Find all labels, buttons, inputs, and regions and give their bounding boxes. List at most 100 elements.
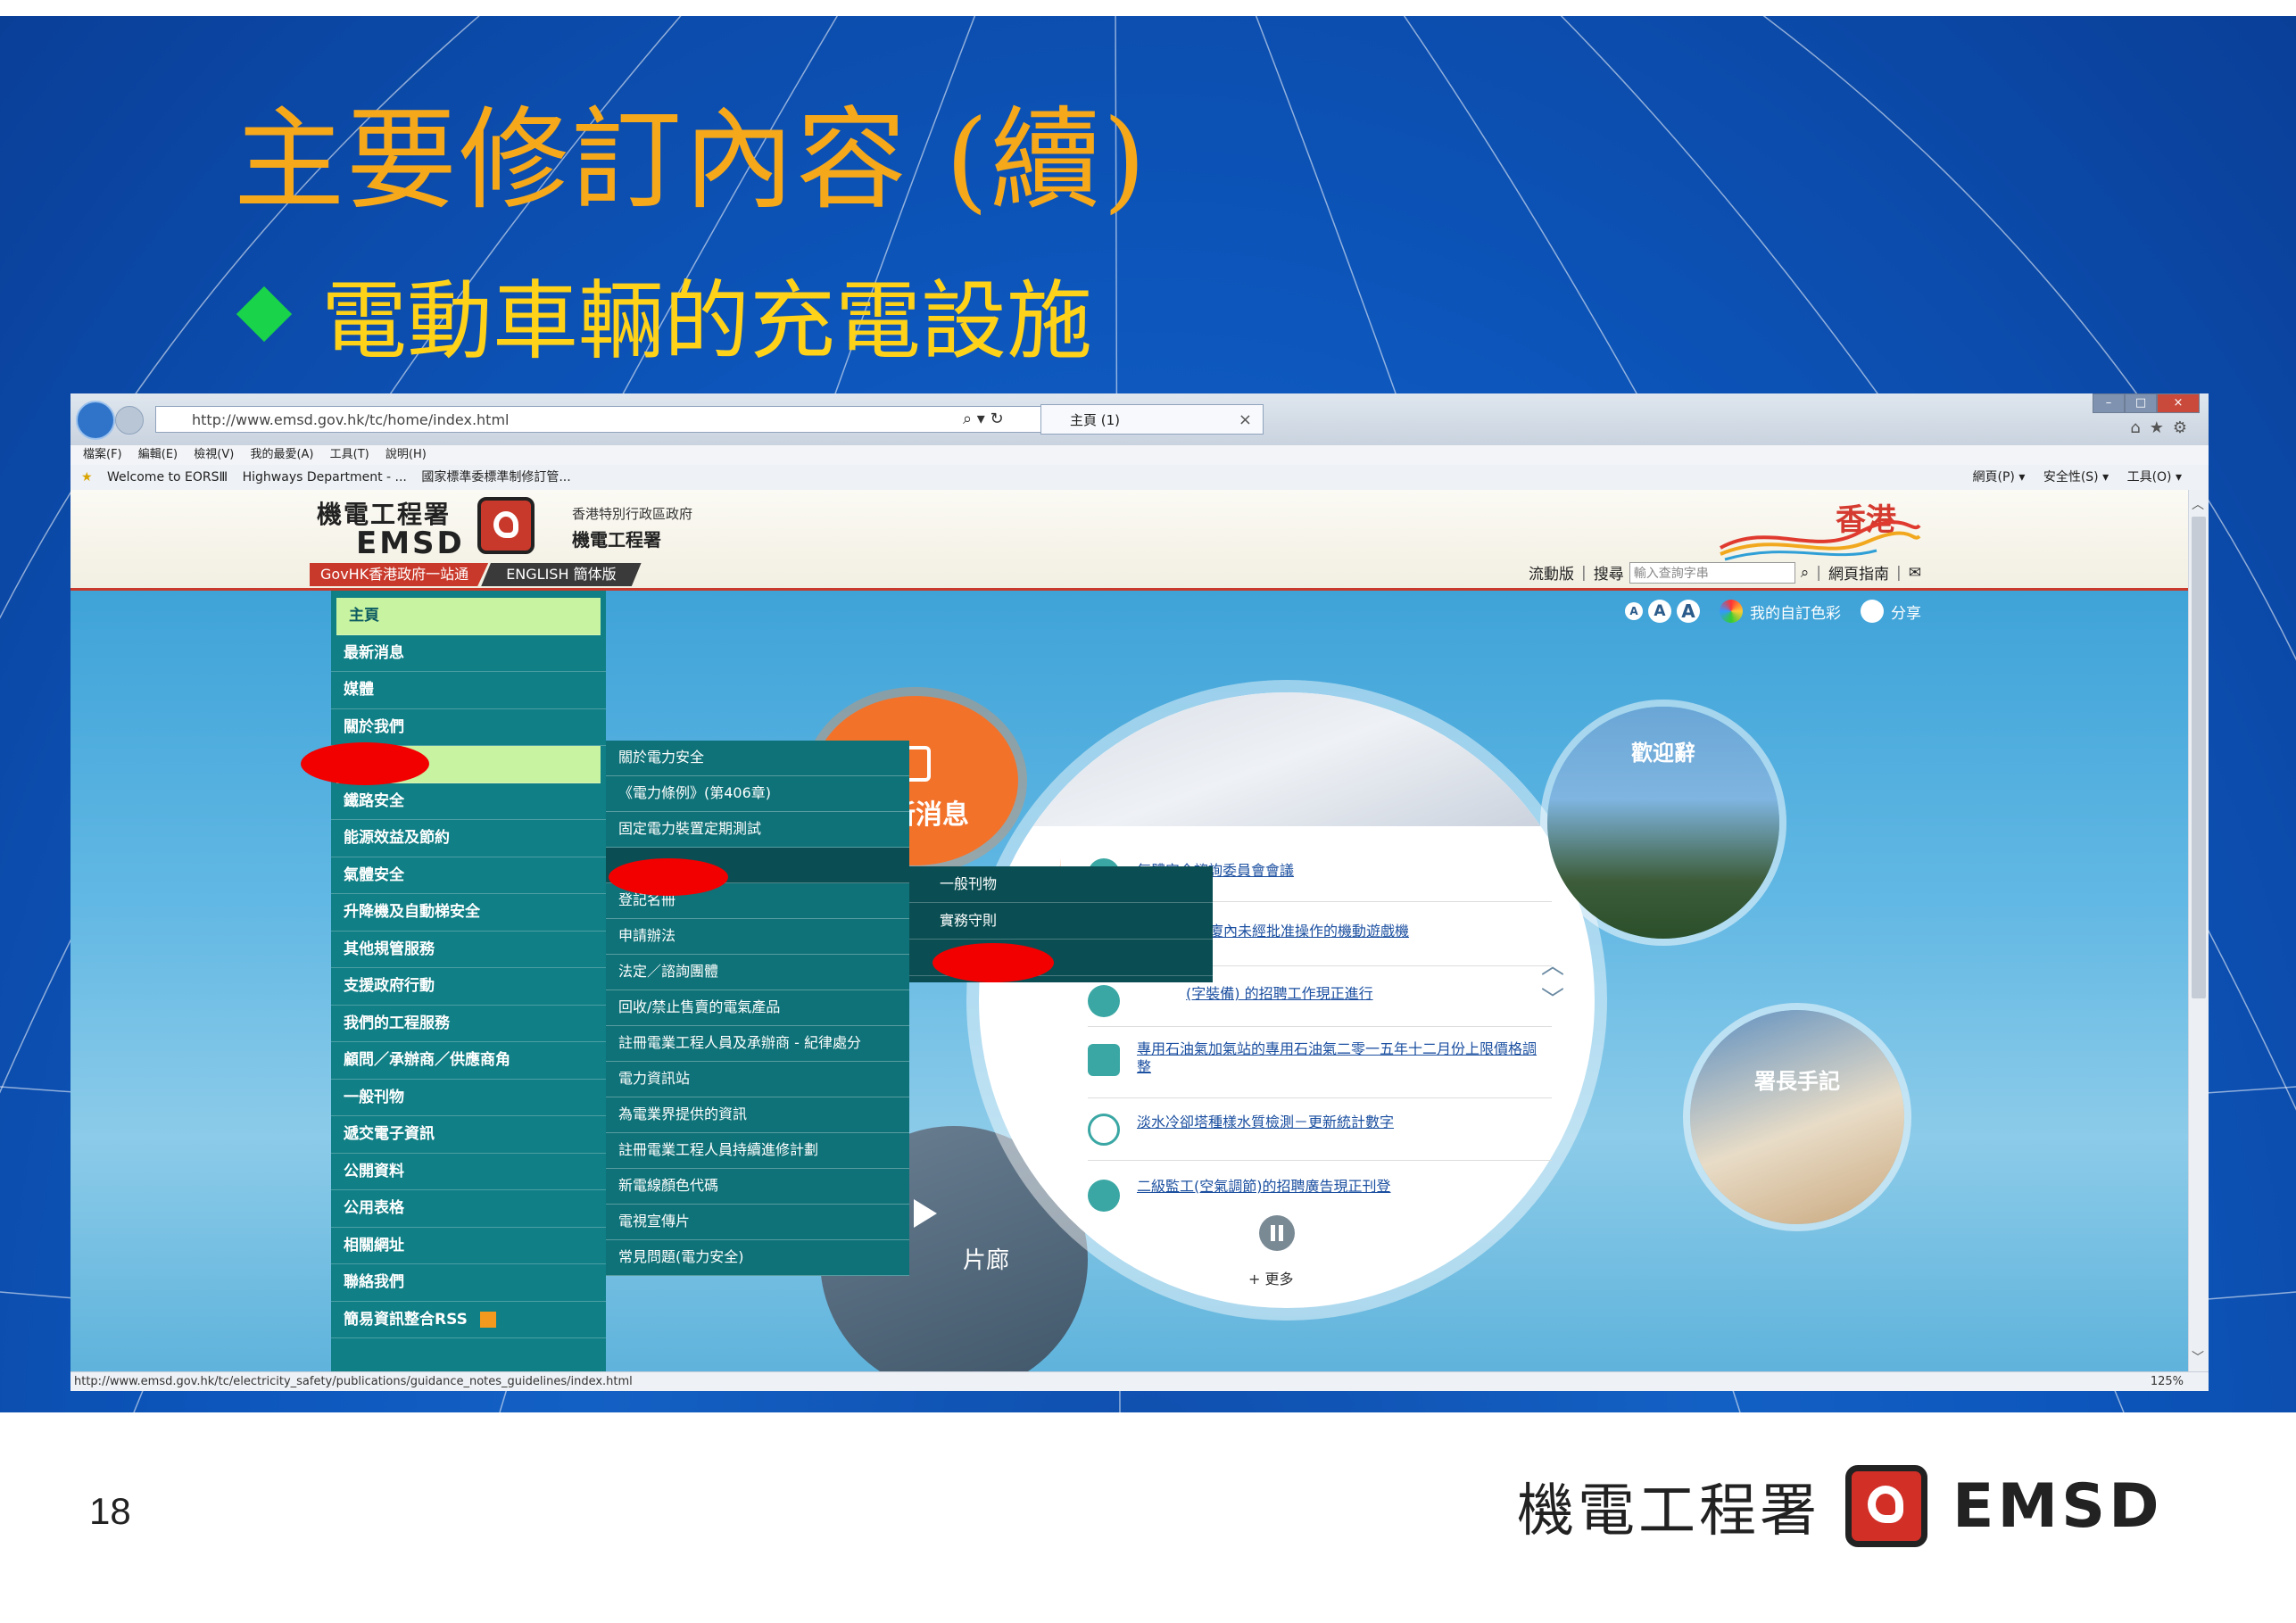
sidebar-item[interactable]: 關於我們 <box>331 709 606 746</box>
menu-edit[interactable]: 編輯(E) <box>138 448 178 461</box>
zoom-level[interactable]: 125% <box>2151 1372 2184 1391</box>
submenu-item[interactable]: 註冊電業工程人員及承辦商 - 紀律處分 <box>606 1026 909 1062</box>
tab-title: 主頁 (1) <box>1070 412 1121 428</box>
worker-icon <box>1088 1180 1120 1212</box>
status-url: http://www.emsd.gov.hk/tc/electricity_sa… <box>74 1375 633 1388</box>
submenu-item[interactable]: 《電力條例》(第406章) <box>606 776 909 812</box>
cmd-tools[interactable]: 工具(O) ▾ <box>2127 470 2182 484</box>
sidebar-item[interactable]: 一般刊物 <box>331 1080 606 1116</box>
sidebar-item[interactable]: 鐵路安全 <box>331 783 606 820</box>
sidebar-item[interactable]: 主頁 <box>336 598 601 635</box>
scroll-up-icon[interactable]: ︿ <box>2192 495 2204 513</box>
submenu-item[interactable]: 法定／諮詢團體 <box>606 955 909 990</box>
font-large-button[interactable]: A <box>1677 600 1700 623</box>
submenu-item[interactable]: 固定電力裝置定期測試 <box>606 812 909 848</box>
maximize-icon[interactable]: □ <box>2125 393 2157 413</box>
sidebar-item[interactable]: 我們的工程服務 <box>331 1006 606 1042</box>
news-item[interactable]: 專用石油氣加氣站的專用石油氣二零一五年十二月份上限價格調整 <box>1088 1028 1552 1098</box>
submenu-electricity: 關於電力安全 《電力條例》(第406章) 固定電力裝置定期測試 登記名冊 申請辦… <box>606 741 909 1276</box>
minimize-icon[interactable]: – <box>2093 393 2125 413</box>
site-logo-en[interactable]: EMSD <box>356 526 465 561</box>
sidebar-item-rss[interactable]: 簡易資訊整合RSS <box>331 1302 606 1338</box>
sidebar-item[interactable]: 升降機及自動梯安全 <box>331 894 606 932</box>
chevron-up-icon[interactable]: ︿ <box>1541 948 1564 981</box>
share-icon[interactable] <box>1861 600 1884 623</box>
sidebar-item[interactable]: 顧問／承辦商／供應商角 <box>331 1042 606 1080</box>
submenu-item[interactable]: 電力資訊站 <box>606 1062 909 1097</box>
menu-file[interactable]: 檔案(F) <box>83 448 122 461</box>
emsd-footer-logo-icon <box>1845 1465 1927 1547</box>
search-input[interactable]: 輸入查詢字串 <box>1629 561 1795 584</box>
gas-cylinder-icon <box>1088 1044 1120 1076</box>
emsd-logo-icon[interactable] <box>477 497 535 554</box>
menu-view[interactable]: 檢視(V) <box>194 448 234 461</box>
menu-bar: 檔案(F) 編輯(E) 檢視(V) 我的最愛(A) 工具(T) 說明(H) <box>70 445 2209 465</box>
pause-icon[interactable] <box>1259 1215 1295 1251</box>
menu-help[interactable]: 說明(H) <box>385 448 427 461</box>
sidebar-item[interactable]: 聯絡我們 <box>331 1264 606 1302</box>
cmd-page[interactable]: 網頁(P) ▾ <box>1973 470 2026 484</box>
news-item[interactable]: 二級監工(空氣調節)的招聘廣告現正刊登 <box>1088 1162 1552 1215</box>
submenu2-item[interactable]: 實務守則 <box>909 903 1213 940</box>
mail-icon[interactable]: ✉ <box>1909 564 1921 582</box>
share-link[interactable]: 分享 <box>1891 600 1921 623</box>
back-button-icon[interactable] <box>76 401 115 440</box>
submenu-item[interactable]: 註冊電業工程人員持續進修計劃 <box>606 1133 909 1169</box>
sidebar-item[interactable]: 其他規管服務 <box>331 932 606 968</box>
sitemap-link[interactable]: 網頁指南 <box>1828 561 1889 584</box>
sidebar-item[interactable]: 最新消息 <box>331 635 606 672</box>
font-medium-button[interactable]: A <box>1648 600 1671 623</box>
my-colour-link[interactable]: 我的自訂色彩 <box>1750 600 1841 623</box>
submenu-item[interactable]: 申請辦法 <box>606 919 909 955</box>
govhk-link[interactable]: GovHK香港政府一站通 <box>310 563 489 586</box>
more-link[interactable]: + 更多 <box>1248 1267 1294 1288</box>
search-label: 搜尋 <box>1593 566 1624 584</box>
chevron-down-icon[interactable]: ﹀ <box>1541 981 1564 1014</box>
submenu-item[interactable]: 常見問題(電力安全) <box>606 1240 909 1276</box>
submenu-item[interactable]: 電視宣傳片 <box>606 1205 909 1240</box>
scrollbar-thumb[interactable] <box>2192 517 2206 998</box>
submenu-item[interactable]: 回收/禁止售賣的電氣產品 <box>606 990 909 1026</box>
news-item[interactable]: 淡水冷卻塔種樣水質檢測－更新統計數字 <box>1088 1099 1552 1161</box>
scroll-down-icon[interactable]: ﹀ <box>2192 1348 2204 1366</box>
sidebar-item[interactable]: 媒體 <box>331 672 606 709</box>
favorites-star-icon[interactable]: ★ <box>81 470 93 484</box>
colour-palette-icon[interactable] <box>1720 600 1743 623</box>
sidebar-item[interactable]: 遞交電子資訊 <box>331 1116 606 1154</box>
favorite-link-eors[interactable]: Welcome to EORSⅢ <box>107 470 228 484</box>
submenu-item[interactable]: 新電線顏色代碼 <box>606 1169 909 1205</box>
tab-close-icon[interactable]: × <box>1239 405 1252 435</box>
play-icon[interactable] <box>914 1199 937 1228</box>
close-icon[interactable]: × <box>2157 393 2200 413</box>
welcome-circle[interactable]: 歡迎辭 <box>1547 707 1779 939</box>
favorite-link-highways[interactable]: Highways Department - ... <box>243 470 407 484</box>
dg-notes-circle[interactable]: 署長手記 <box>1690 1010 1904 1224</box>
submenu2-item[interactable]: 一般刊物 <box>909 866 1213 903</box>
sidebar-item[interactable]: 能源效益及節約 <box>331 820 606 857</box>
mobile-version-link[interactable]: 流動版 <box>1529 561 1574 584</box>
font-small-button[interactable]: A <box>1625 602 1643 620</box>
page-number: 18 <box>89 1490 131 1532</box>
submenu-item[interactable]: 關於電力安全 <box>606 741 909 776</box>
sidebar-item[interactable]: 公開資料 <box>331 1154 606 1190</box>
menu-favorites[interactable]: 我的最愛(A) <box>250 448 313 461</box>
address-controls[interactable]: ⌕ ▾ ↻ <box>963 406 1004 433</box>
page-scrollbar[interactable]: ︿ ﹀ <box>2188 490 2209 1371</box>
sidebar-item[interactable]: 相關網址 <box>331 1228 606 1264</box>
dept-name: 機電工程署 <box>572 529 661 551</box>
sidebar-item[interactable]: 支援政府行動 <box>331 968 606 1006</box>
menu-tools[interactable]: 工具(T) <box>330 448 369 461</box>
sidebar-item[interactable]: 氣體安全 <box>331 857 606 894</box>
sidebar-nav: 主頁 最新消息 媒體 關於我們 鐵路安全 能源效益及節約 氣體安全 升降機及自動… <box>331 591 606 1371</box>
forward-button-icon[interactable] <box>115 406 144 435</box>
address-bar[interactable]: http://www.emsd.gov.hk/tc/home/index.htm… <box>155 406 1065 433</box>
submenu-item[interactable]: 為電業界提供的資訊 <box>606 1097 909 1133</box>
search-icon[interactable]: ⌕ <box>1801 564 1810 582</box>
browser-tab[interactable]: 主頁 (1) × <box>1040 404 1264 435</box>
sidebar-item[interactable]: 公用表格 <box>331 1190 606 1228</box>
favorite-link-standards[interactable]: 國家標準委標準制修訂管... <box>421 470 570 484</box>
home-favorites-settings-icons[interactable]: ⌂★⚙ <box>2130 418 2196 437</box>
footer-logo-en: EMSD <box>1952 1470 2163 1542</box>
language-links[interactable]: ENGLISH 簡体版 <box>481 563 642 586</box>
cmd-safety[interactable]: 安全性(S) ▾ <box>2043 470 2109 484</box>
